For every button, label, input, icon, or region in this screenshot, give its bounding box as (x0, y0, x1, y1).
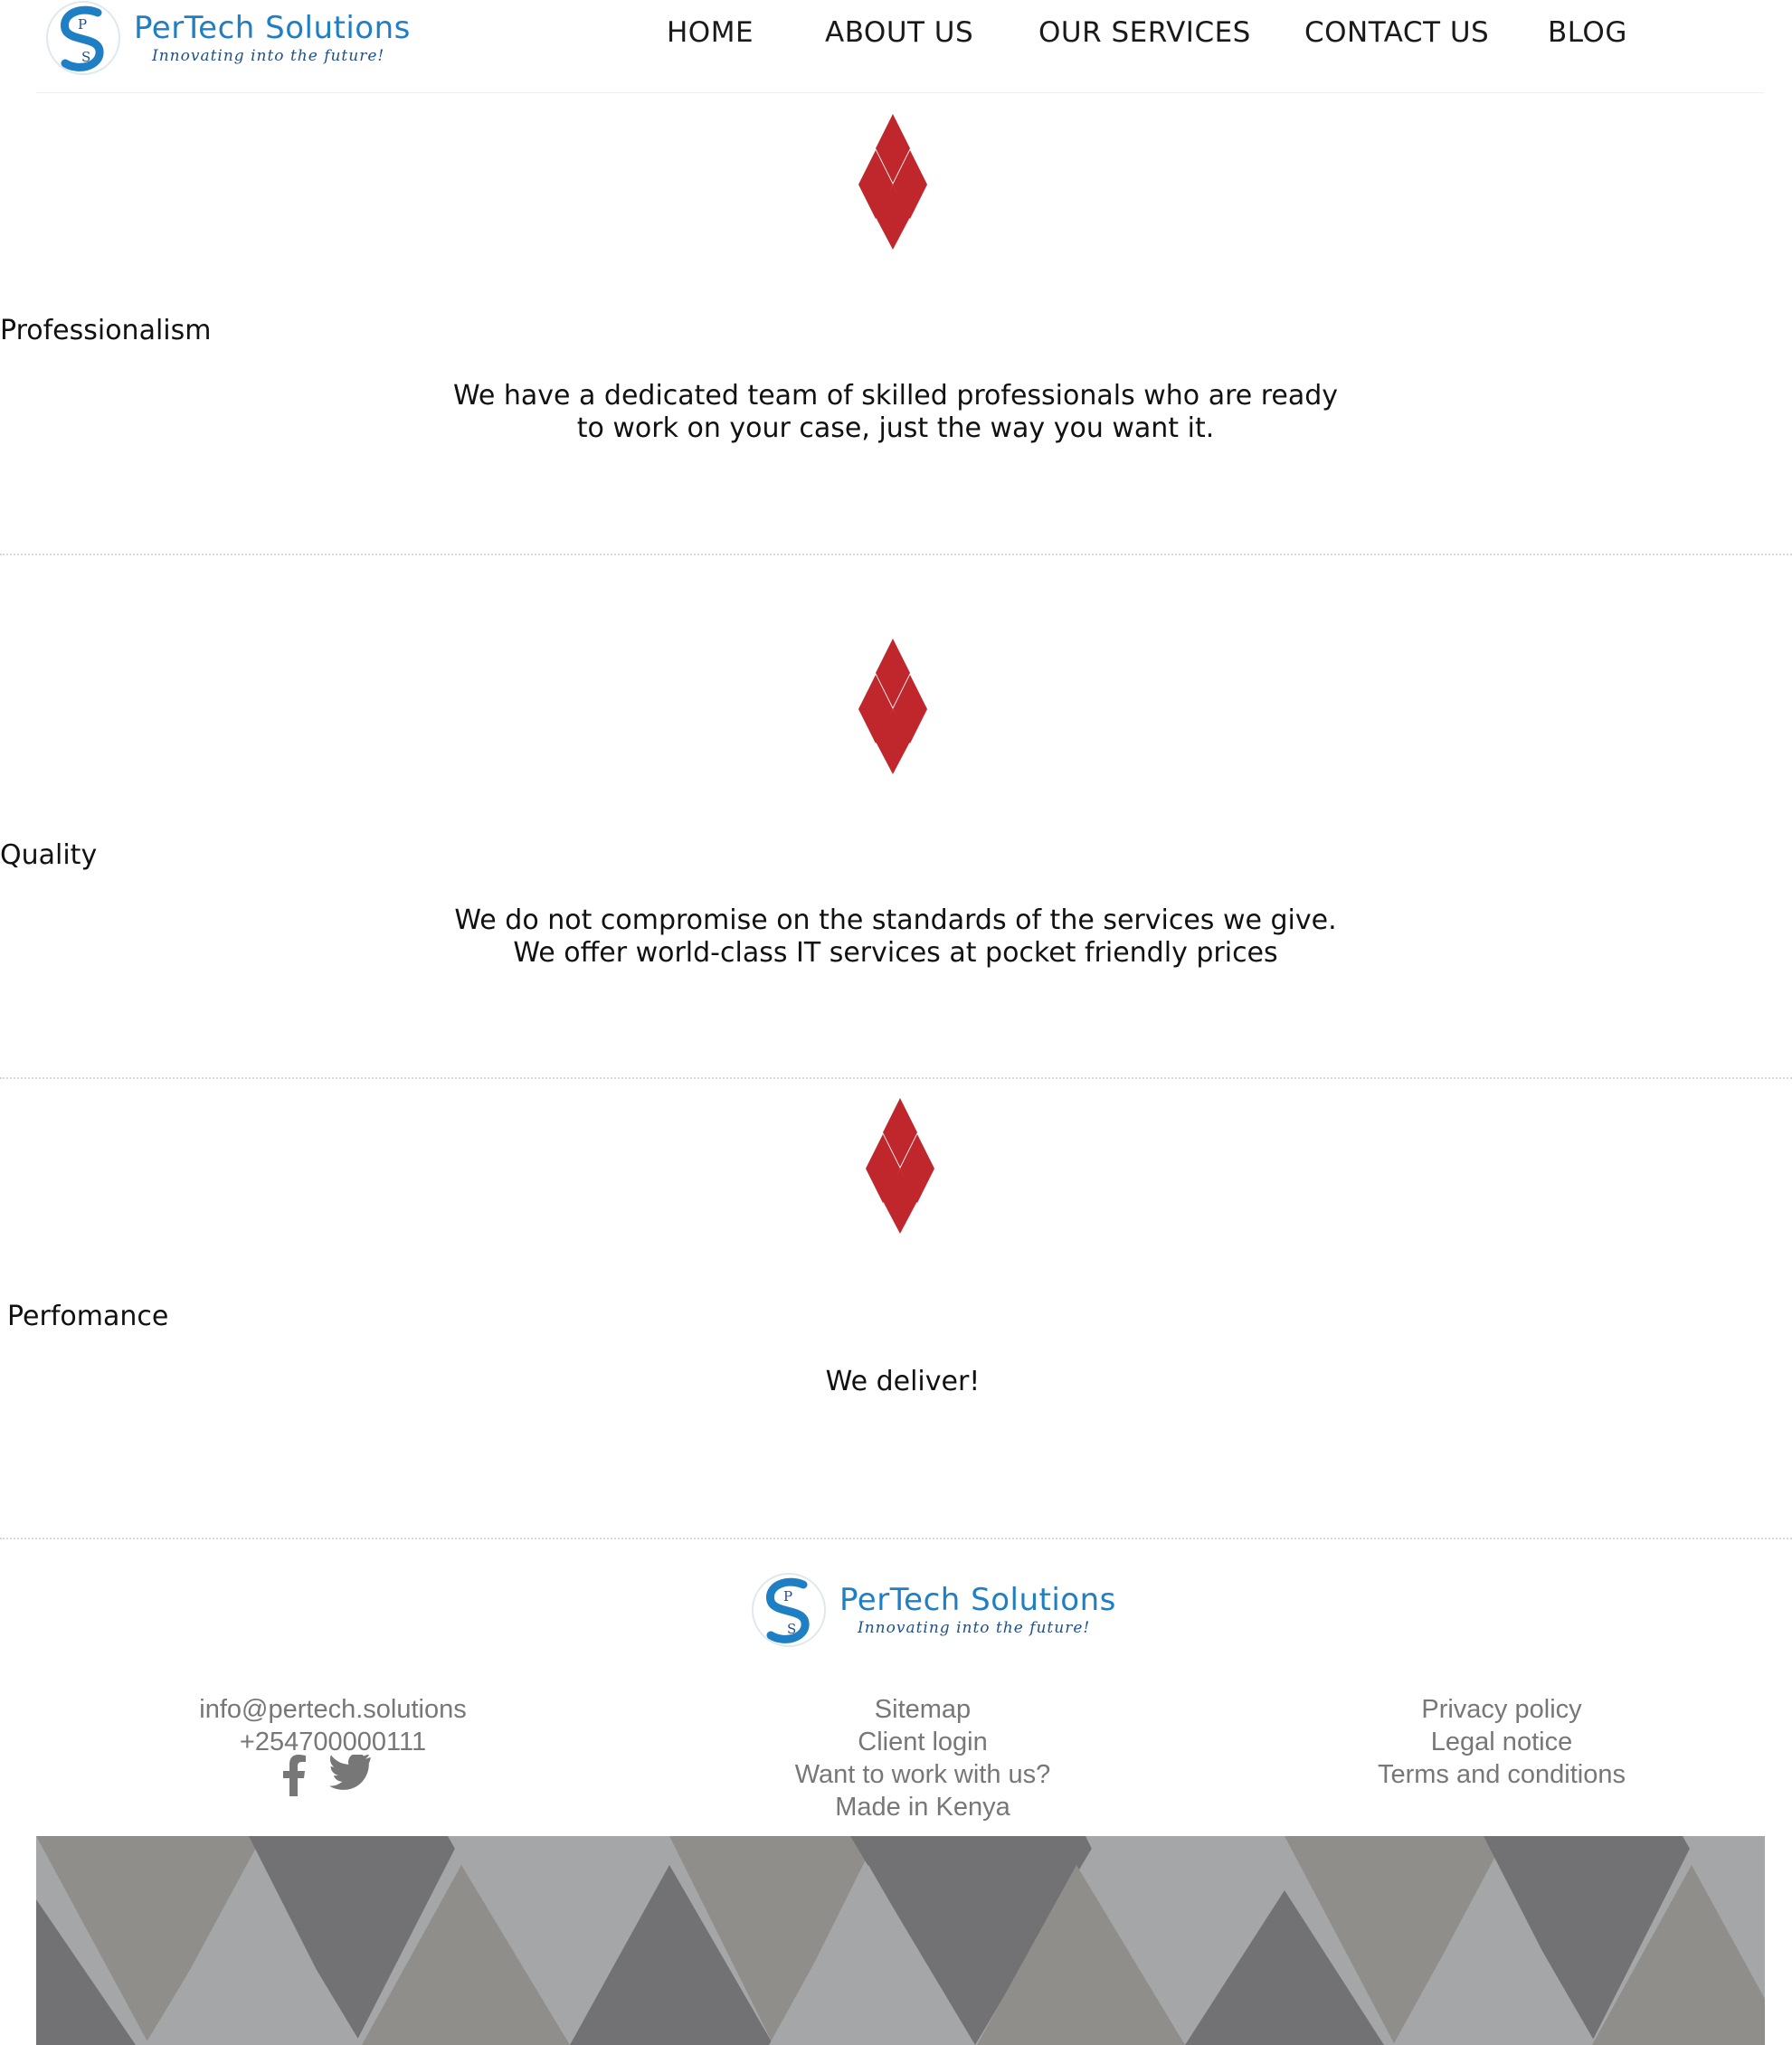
nav-home[interactable]: HOME (667, 16, 754, 49)
social-links (280, 1755, 371, 1796)
header-logo[interactable]: P S PerTech Solutions Innovating into th… (45, 0, 411, 76)
feature-desc-performance: We deliver! (825, 1366, 981, 1397)
pertech-logo-icon: P S (752, 1573, 826, 1647)
footer-link-sitemap[interactable]: Sitemap (742, 1693, 1104, 1726)
footer-logo[interactable]: P S PerTech Solutions Innovating into th… (751, 1572, 1116, 1648)
nav-blog[interactable]: BLOG (1548, 16, 1627, 49)
footer-link-terms[interactable]: Terms and conditions (1321, 1758, 1683, 1791)
feature-title-professionalism: Professionalism (0, 315, 212, 346)
red-diamonds-icon (858, 114, 927, 250)
twitter-icon[interactable] (329, 1755, 371, 1791)
footer-links-right: Privacy policy Legal notice Terms and co… (1321, 1693, 1683, 1791)
svg-text:P: P (783, 1588, 792, 1605)
nav-contact-us[interactable]: CONTACT US (1304, 16, 1489, 49)
footer-email-link[interactable]: info@pertech.solutions (152, 1693, 514, 1726)
footer-divider (0, 1538, 1792, 1539)
footer-made-in-kenya: Made in Kenya (835, 1793, 1010, 1822)
nav-our-services[interactable]: OUR SERVICES (1038, 16, 1251, 49)
brand-name: PerTech Solutions (134, 9, 411, 46)
svg-text:S: S (81, 49, 90, 65)
feature-desc-professionalism: We have a dedicated team of skilled prof… (452, 380, 1339, 444)
red-diamonds-icon (866, 1098, 934, 1234)
feature-title-performance: Perfomance (7, 1301, 169, 1332)
footer-link-client-login[interactable]: Client login (742, 1726, 1104, 1758)
footer-links-middle: Sitemap Client login Want to work with u… (742, 1693, 1104, 1823)
svg-text:P: P (78, 16, 87, 33)
red-diamonds-icon (858, 639, 927, 774)
section-divider (0, 554, 1792, 555)
brand-tagline: Innovating into the future! (858, 1618, 1091, 1637)
brand-tagline: Innovating into the future! (152, 46, 385, 65)
footer-triangle-banner (36, 1836, 1765, 2045)
footer-link-work-with-us[interactable]: Want to work with us? (742, 1758, 1104, 1791)
feature-title-quality: Quality (0, 839, 98, 871)
footer-link-privacy-policy[interactable]: Privacy policy (1321, 1693, 1683, 1726)
nav-about-us[interactable]: ABOUT US (825, 16, 973, 49)
pertech-logo-icon: P S (46, 1, 120, 75)
site-header: P S PerTech Solutions Innovating into th… (36, 0, 1764, 93)
footer-phone[interactable]: +254700000111 (152, 1726, 514, 1758)
facebook-icon[interactable] (280, 1755, 308, 1796)
footer-link-legal-notice[interactable]: Legal notice (1321, 1726, 1683, 1758)
footer-contact: info@pertech.solutions +254700000111 (152, 1693, 514, 1758)
svg-text:S: S (787, 1621, 796, 1637)
brand-name: PerTech Solutions (839, 1581, 1116, 1618)
feature-desc-quality: We do not compromise on the standards of… (454, 904, 1337, 969)
section-divider (0, 1077, 1792, 1079)
